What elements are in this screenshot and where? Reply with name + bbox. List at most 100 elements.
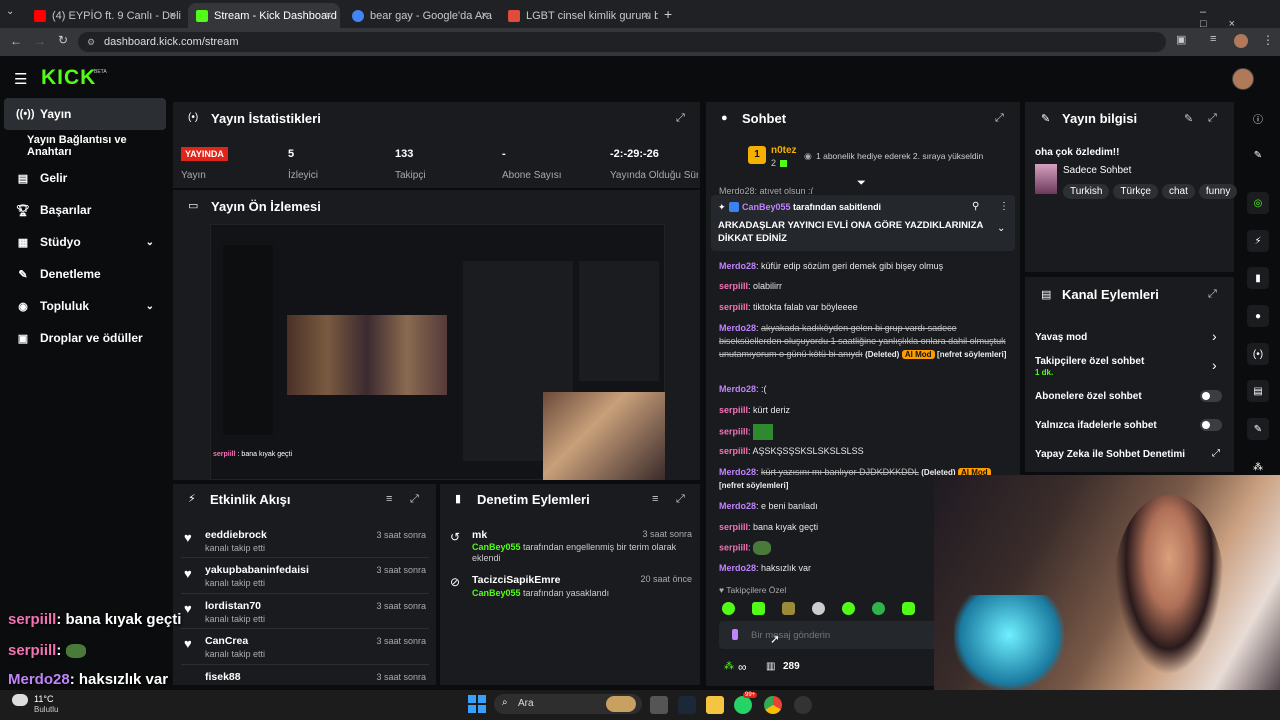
feed-user[interactable]: lordistan70 — [205, 600, 261, 612]
tag[interactable]: Turkish — [1063, 184, 1110, 199]
drops-icon[interactable]: ⁂ — [724, 661, 734, 672]
pinned-message[interactable]: ✦ CanBey055 tarafından sabitlendi ⚲ ⋮ AR… — [711, 195, 1015, 251]
edit-icon[interactable]: ✎ — [1184, 112, 1193, 125]
expand-icon[interactable]: ⤢ — [995, 112, 1004, 125]
browser-tab-4[interactable]: LGBT cinsel kimlik gururu bayrakları × — [500, 3, 658, 28]
obs-icon[interactable] — [794, 696, 812, 714]
chat-user[interactable]: Merdo28 — [719, 563, 756, 573]
hamburger-menu-icon[interactable]: ☰ — [14, 70, 27, 88]
close-icon[interactable]: × — [481, 8, 488, 22]
unpin-icon[interactable]: ⚲ — [972, 201, 979, 212]
mod-actor[interactable]: CanBey055 — [472, 588, 521, 598]
chat-user[interactable]: Merdo28 — [719, 323, 756, 333]
chat-user[interactable]: serpiill — [719, 446, 748, 456]
expand-icon[interactable]: ⤢ — [1208, 288, 1217, 301]
site-info-icon[interactable]: ⚙ — [87, 32, 95, 52]
target-icon[interactable]: ◎ — [1247, 192, 1269, 214]
emote-icon[interactable] — [872, 602, 885, 615]
back-icon[interactable]: ← — [10, 34, 22, 48]
emote-icon[interactable] — [782, 602, 795, 615]
category-name[interactable]: Sadece Sohbet — [1063, 165, 1131, 176]
feed-user[interactable]: fisek88 — [205, 671, 241, 683]
sidebar-item-denetleme[interactable]: ✎ Denetleme — [4, 258, 166, 290]
chat-user[interactable]: serpiill — [719, 281, 748, 291]
external-link-icon[interactable]: ⤢ — [1212, 448, 1220, 459]
reading-list-icon[interactable]: ≡ — [1210, 33, 1216, 45]
expand-icon[interactable]: ⤢ — [1208, 112, 1217, 125]
profile-avatar[interactable] — [1234, 34, 1248, 48]
lightning-icon[interactable]: ⚡︎ — [1247, 230, 1269, 252]
sidebar-item-studyo[interactable]: ▦ Stüdyo ⌄ — [4, 226, 166, 258]
browser-tab-2[interactable]: Stream - Kick Dashboard × — [188, 3, 340, 28]
slow-mode-label[interactable]: Yavaş mod — [1035, 332, 1087, 343]
filter-icon[interactable]: ≡ — [652, 493, 658, 505]
new-tab-button[interactable]: + — [664, 6, 672, 22]
chrome-icon[interactable] — [764, 696, 782, 714]
windows-start-icon[interactable] — [468, 695, 486, 713]
sidebar-item-stream-key[interactable]: Yayın Bağlantısı ve Anahtarı — [4, 130, 166, 162]
chat-user[interactable]: serpiill — [719, 542, 748, 552]
close-icon[interactable]: × — [169, 8, 176, 22]
info-icon[interactable]: ⓘ — [1247, 107, 1269, 129]
chat-user[interactable]: Merdo28 — [719, 467, 756, 477]
tag[interactable]: chat — [1161, 184, 1195, 199]
chat-user[interactable]: Merdo28 — [719, 501, 756, 511]
user-avatar[interactable] — [1232, 68, 1254, 90]
broadcast-icon[interactable]: (•) — [1247, 343, 1269, 365]
expand-icon[interactable]: ⤢ — [410, 493, 419, 506]
emote-icon[interactable] — [812, 602, 825, 615]
sidebar-item-gelir[interactable]: ▤ Gelir — [4, 162, 166, 194]
task-view-icon[interactable] — [650, 696, 668, 714]
chat-user[interactable]: Merdo28 — [719, 261, 756, 271]
weather-temp[interactable]: 11°C — [34, 694, 53, 704]
filter-icon[interactable]: ≡ — [386, 493, 392, 505]
feed-user[interactable]: yakupbabaninfedaisi — [205, 564, 309, 576]
emote-icon[interactable] — [722, 602, 735, 615]
expand-icon[interactable]: ⤢ — [676, 112, 685, 125]
followers-chat-label[interactable]: Takipçilere özel sohbet — [1035, 356, 1144, 367]
chat-input[interactable] — [751, 626, 951, 644]
kick-logo[interactable]: KICK — [41, 66, 96, 90]
chat-user[interactable]: serpiill — [719, 405, 748, 415]
emote-icon[interactable] — [902, 602, 915, 615]
forward-icon[interactable]: → — [34, 34, 46, 48]
close-icon[interactable]: × — [325, 8, 332, 22]
extensions-icon[interactable]: ▣ — [1176, 33, 1186, 46]
menu-icon[interactable]: ⋮ — [1262, 33, 1274, 47]
browser-tab-3[interactable]: bear gay - Google'da Ara × — [344, 3, 496, 28]
browser-tab-1[interactable]: (4) EYPİO ft. 9 Canlı - Deli dediler × — [26, 3, 184, 28]
ai-mod-label[interactable]: Yapay Zeka ile Sohbet Denetimi — [1035, 449, 1185, 460]
feed-user[interactable]: CanCrea — [205, 635, 248, 647]
list-icon[interactable]: ▤ — [1247, 380, 1269, 402]
emote-icon[interactable] — [842, 602, 855, 615]
gift-user[interactable]: n0tez — [771, 145, 797, 156]
mic-icon[interactable] — [732, 629, 738, 640]
chat-user[interactable]: serpiill — [719, 522, 748, 532]
store-icon[interactable]: ▥ — [766, 661, 775, 672]
url-bar[interactable]: ⚙ dashboard.kick.com/stream — [78, 32, 1166, 52]
steam-icon[interactable] — [678, 696, 696, 714]
whatsapp-icon[interactable] — [734, 696, 752, 714]
chevron-down-icon[interactable]: ⌄ — [997, 223, 1005, 234]
chat-user[interactable]: serpiill — [719, 426, 748, 436]
feed-user[interactable]: eeddiebrock — [205, 529, 267, 541]
reload-icon[interactable]: ↻ — [58, 33, 68, 47]
chevron-right-icon[interactable]: › — [1212, 328, 1217, 344]
chevron-right-icon[interactable]: › — [1212, 357, 1217, 373]
tab-search-icon[interactable]: ⌄ — [6, 6, 14, 17]
folder-icon[interactable] — [706, 696, 724, 714]
document-icon[interactable]: ▮ — [1247, 267, 1269, 289]
taskbar-search[interactable]: ⌕ Ara — [494, 694, 642, 714]
sidebar-item-basarilar[interactable]: 🏆︎ Başarılar — [4, 194, 166, 226]
tag[interactable]: funny — [1198, 184, 1238, 199]
chat-user[interactable]: Merdo28 — [719, 384, 756, 394]
subs-chat-toggle[interactable] — [1200, 390, 1222, 402]
close-icon[interactable]: × — [643, 8, 650, 22]
mod-actor[interactable]: CanBey055 — [472, 542, 521, 552]
emote-chat-toggle[interactable] — [1200, 419, 1222, 431]
expand-icon[interactable]: ⤢ — [676, 493, 685, 506]
window-controls[interactable]: –□× — [1200, 6, 1280, 30]
sidebar-item-yayin[interactable]: ((•)) Yayın — [4, 98, 166, 130]
chat-input-box[interactable] — [719, 621, 959, 649]
wrench-icon[interactable]: ✎ — [1247, 418, 1269, 440]
